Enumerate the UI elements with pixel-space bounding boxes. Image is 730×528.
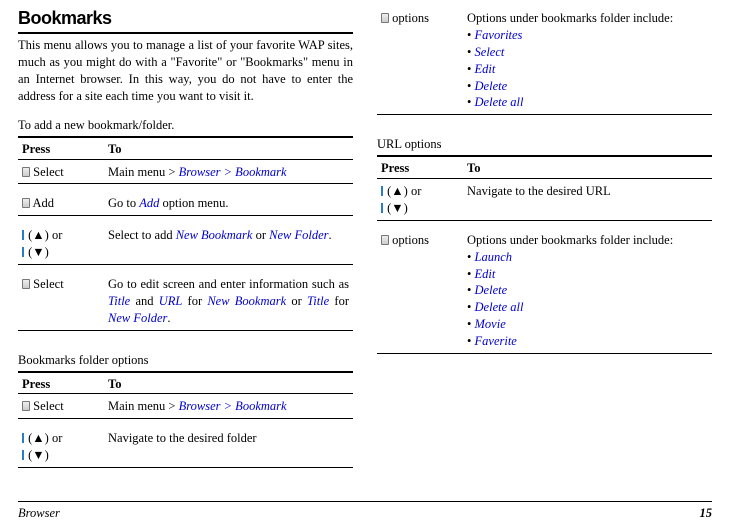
- table-row: Select Main menu > Browser > Bookmark: [18, 159, 353, 184]
- link-add: Add: [139, 196, 159, 210]
- folder-options-table-continued: options Options under bookmarks folder i…: [377, 6, 712, 122]
- left-column: Bookmarks This menu allows you to manage…: [18, 6, 353, 486]
- table-row: (▲) or (▼) Select to add New Bookmark or…: [18, 223, 353, 264]
- url-options-table: Press To (▲) or (▼) Navigate to the desi…: [377, 155, 712, 361]
- folder-options-list: Favorites Select Edit Delete Delete all: [467, 27, 708, 111]
- url-options-caption: URL options: [377, 136, 712, 153]
- link-browser-bookmark: Browser > Bookmark: [179, 165, 287, 179]
- sidekey-icon: [381, 203, 383, 213]
- table-row: Add Go to Add option menu.: [18, 191, 353, 215]
- softkey-icon: [381, 235, 389, 245]
- url-options-list: Launch Edit Delete Delete all Movie Fave…: [467, 249, 708, 350]
- page-number: 15: [700, 505, 713, 522]
- col-press: Press: [22, 142, 50, 156]
- heading-rule: [18, 32, 353, 34]
- link-new-bookmark: New Bookmark: [176, 228, 253, 242]
- table-row: options Options under bookmarks folder i…: [377, 6, 712, 115]
- add-bookmark-caption: To add a new bookmark/folder.: [18, 117, 353, 134]
- softkey-icon: [22, 279, 30, 289]
- table-row: (▲) or (▼) Navigate to the desired folde…: [18, 426, 353, 467]
- softkey-icon: [22, 167, 30, 177]
- page-footer: Browser 15: [18, 501, 712, 522]
- folder-options-table: Press To Select Main menu > Browser > Bo…: [18, 371, 353, 476]
- softkey-icon: [22, 198, 30, 208]
- link-browser-bookmark: Browser > Bookmark: [179, 399, 287, 413]
- table-row: options Options under bookmarks folder i…: [377, 228, 712, 354]
- right-column: options Options under bookmarks folder i…: [377, 6, 712, 486]
- folder-options-caption: Bookmarks folder options: [18, 352, 353, 369]
- intro-paragraph: This menu allows you to manage a list of…: [18, 37, 353, 105]
- sidekey-icon: [22, 450, 24, 460]
- softkey-icon: [22, 401, 30, 411]
- sidekey-icon: [381, 186, 383, 196]
- table-row: (▲) or (▼) Navigate to the desired URL: [377, 179, 712, 221]
- sidekey-icon: [22, 247, 24, 257]
- softkey-icon: [381, 13, 389, 23]
- footer-section: Browser: [18, 505, 60, 522]
- sidekey-icon: [22, 433, 24, 443]
- page-title: Bookmarks: [18, 6, 353, 30]
- sidekey-icon: [22, 230, 24, 240]
- table-row: Select Main menu > Browser > Bookmark: [18, 394, 353, 419]
- link-new-folder: New Folder: [269, 228, 328, 242]
- add-bookmark-table: Press To Select Main menu > Browser > Bo…: [18, 136, 353, 338]
- col-to: To: [108, 142, 121, 156]
- table-row: Select Go to edit screen and enter infor…: [18, 272, 353, 330]
